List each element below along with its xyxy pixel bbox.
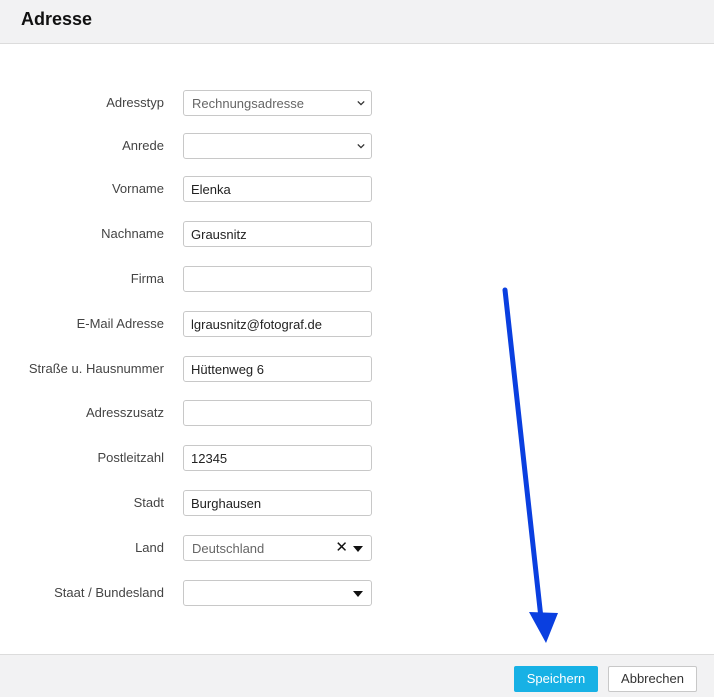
- row-nachname: Nachname: [0, 221, 400, 247]
- adresstyp-label: Adresstyp: [106, 95, 164, 110]
- caret-down-icon[interactable]: [353, 546, 363, 552]
- vorname-input[interactable]: [183, 176, 372, 202]
- save-button[interactable]: Speichern: [514, 666, 598, 692]
- row-stadt: Stadt: [0, 490, 400, 516]
- chevron-down-icon: [357, 100, 365, 106]
- nachname-label: Nachname: [101, 226, 164, 241]
- strasse-label: Straße u. Hausnummer: [28, 361, 164, 376]
- adresstyp-select[interactable]: Rechnungsadresse: [183, 90, 372, 116]
- adresstyp-value: Rechnungsadresse: [192, 96, 305, 111]
- land-combobox[interactable]: Deutschland ✕: [183, 535, 372, 561]
- plz-label: Postleitzahl: [97, 450, 164, 465]
- row-anrede: Anrede: [0, 133, 400, 159]
- email-input[interactable]: [183, 311, 372, 337]
- clear-icon[interactable]: ✕: [335, 539, 348, 557]
- dialog-footer: Speichern Abbrechen: [0, 654, 714, 697]
- row-strasse: Straße u. Hausnummer: [0, 356, 400, 382]
- adresszusatz-input[interactable]: [183, 400, 372, 426]
- chevron-down-icon: [357, 143, 365, 149]
- vorname-label: Vorname: [111, 181, 164, 196]
- strasse-input[interactable]: [183, 356, 372, 382]
- land-value: Deutschland: [192, 541, 265, 556]
- plz-input[interactable]: [183, 445, 372, 471]
- staat-label: Staat / Bundesland: [54, 585, 164, 600]
- row-adresstyp: Adresstyp Rechnungsadresse: [0, 90, 400, 116]
- anrede-label: Anrede: [122, 138, 164, 153]
- row-staat: Staat / Bundesland: [0, 580, 400, 606]
- nachname-input[interactable]: [183, 221, 372, 247]
- anrede-select[interactable]: [183, 133, 372, 159]
- stadt-input[interactable]: [183, 490, 372, 516]
- row-firma: Firma: [0, 266, 400, 292]
- row-adresszusatz: Adresszusatz: [0, 400, 400, 426]
- stadt-label: Stadt: [133, 495, 164, 510]
- dialog-title: Adresse: [21, 9, 93, 29]
- caret-down-icon[interactable]: [353, 591, 363, 597]
- land-label: Land: [135, 540, 164, 555]
- row-vorname: Vorname: [0, 176, 400, 202]
- email-label: E-Mail Adresse: [76, 316, 164, 331]
- cancel-button[interactable]: Abbrechen: [608, 666, 697, 692]
- firma-label: Firma: [130, 271, 164, 286]
- staat-combobox[interactable]: [183, 580, 372, 606]
- dialog-header: Adresse: [0, 0, 714, 44]
- row-land: Land Deutschland ✕: [0, 535, 400, 561]
- row-plz: Postleitzahl: [0, 445, 400, 471]
- adresszusatz-label: Adresszusatz: [85, 405, 164, 420]
- row-email: E-Mail Adresse: [0, 311, 400, 337]
- address-dialog: Adresse Adresstyp Rechnungsadresse Anred…: [0, 0, 714, 697]
- firma-input[interactable]: [183, 266, 372, 292]
